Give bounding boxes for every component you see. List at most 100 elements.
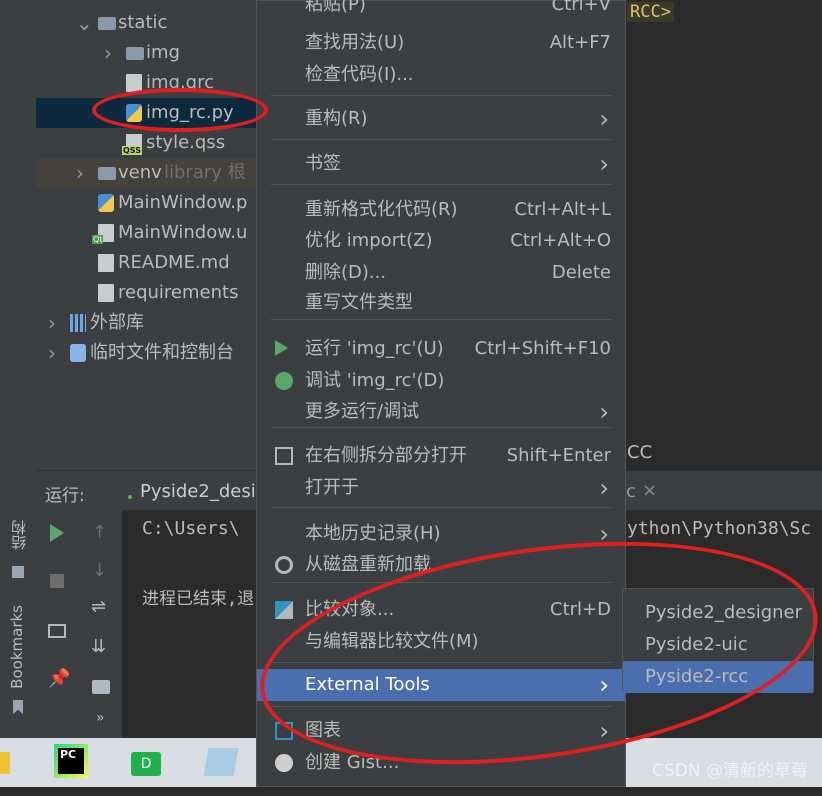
run-tab-2[interactable]: c [626, 481, 636, 502]
run-tab-dot-icon [128, 495, 132, 499]
more-icon[interactable]: » [96, 710, 105, 726]
menu-separator [271, 319, 611, 320]
scratch-icon [70, 344, 86, 362]
qss-file-icon: QSS [122, 134, 142, 155]
menu-item[interactable]: 检查代码(I)... [257, 59, 625, 91]
run-tab[interactable]: Pyside2_desig [140, 481, 267, 502]
tree-item-label: requirements [118, 282, 239, 303]
menu-item[interactable]: 运行 'img_rc'(U) Ctrl+Shift+F10 [257, 333, 625, 365]
tree-item[interactable]: README.md [36, 248, 256, 278]
tree-item-label: static [118, 12, 168, 33]
chevron-right-icon[interactable]: › [48, 308, 56, 338]
chevron-right-icon[interactable]: › [48, 338, 56, 368]
down-arrow-icon[interactable]: ↓ [92, 560, 107, 581]
tree-item-label: MainWindow.u [118, 222, 248, 243]
menu-item[interactable]: 优化 import(Z) Ctrl+Alt+O [257, 225, 625, 257]
menu-item-label: 优化 import(Z) [305, 230, 433, 251]
rerun-icon[interactable] [50, 524, 64, 542]
tree-item[interactable]: › venv library 根 [36, 158, 256, 188]
tree-item[interactable]: ⌄ static [36, 8, 256, 38]
bookmarks-tab[interactable]: Bookmarks [8, 605, 28, 689]
tree-item[interactable]: › img [36, 38, 256, 68]
dataspell-label: D [140, 756, 152, 772]
menu-item-shortcut: Ctrl+Shift+F10 [474, 338, 611, 359]
tree-item[interactable]: requirements [36, 278, 256, 308]
bookmark-icon [13, 700, 23, 714]
project-tree: ⌄ static › img img.qrc img_rc.py QSS style.qss ›… [36, 0, 256, 470]
run-toolbar: ↑ ↓ ⇌ ⇊ 📌 » [36, 510, 122, 738]
tree-item[interactable]: › 临时文件和控制台 [36, 338, 256, 368]
layout-icon[interactable] [48, 624, 66, 638]
scroll-to-end-icon[interactable]: ⇊ [91, 636, 106, 657]
editor-area [626, 0, 822, 440]
file-icon [98, 254, 114, 272]
menu-item-shortcut: Delete [551, 262, 611, 283]
structure-tab[interactable]: 结构 [8, 520, 28, 550]
tree-item-suffix: library 根 [164, 162, 246, 183]
menu-item-label: 打开于 [305, 477, 359, 498]
chevron-down-icon[interactable]: ⌄ [76, 8, 93, 38]
menu-item-shortcut: Alt+F7 [549, 32, 611, 53]
qt-badge: Qt [92, 235, 104, 244]
menu-item[interactable]: 调试 'img_rc'(D) [257, 365, 625, 397]
soft-wrap-icon[interactable]: ⇌ [91, 596, 106, 617]
menu-item[interactable]: 粘贴(P) Ctrl+V [257, 0, 625, 21]
menu-item-label: 重新格式化代码(R) [305, 199, 458, 220]
tree-item-label: README.md [118, 252, 230, 273]
left-tool-strip: 结构 Bookmarks [0, 0, 37, 738]
menu-item[interactable]: 更多运行/调试 › [257, 396, 625, 428]
chevron-right-icon[interactable]: › [104, 38, 112, 68]
debug-icon [275, 372, 293, 390]
menu-item-label: 粘贴(P) [305, 0, 366, 15]
qss-badge: QSS [122, 146, 142, 155]
tree-item-label: 外部库 [90, 312, 144, 333]
menu-item[interactable]: 重写文件类型 [257, 287, 625, 319]
console-line-1: C:\Users\ [142, 518, 240, 539]
compare-icon [275, 601, 293, 619]
menu-item[interactable]: 重新格式化代码(R) Ctrl+Alt+L [257, 194, 625, 226]
tree-item-label: 临时文件和控制台 [90, 342, 234, 363]
tree-item[interactable]: QSS style.qss [36, 128, 256, 158]
menu-item-label: 查找用法(U) [305, 32, 405, 53]
console-line-1-right: ython\Python38\Sc [627, 518, 812, 539]
chevron-right-icon[interactable]: › [76, 158, 84, 188]
up-arrow-icon[interactable]: ↑ [92, 522, 107, 543]
annotation-ellipse-file [92, 88, 268, 132]
watermark: CSDN @清新的草莓 [652, 761, 808, 781]
menu-item[interactable]: 重构(R) › [257, 103, 625, 135]
menu-item-label: 检查代码(I)... [305, 64, 414, 85]
menu-item[interactable]: 书签 › [257, 148, 625, 180]
menu-item[interactable]: 删除(D)... Delete [257, 257, 625, 289]
tree-item[interactable]: Qt MainWindow.u [36, 218, 256, 248]
menu-item[interactable]: 查找用法(U) Alt+F7 [257, 27, 625, 59]
menu-item-label: 运行 'img_rc'(U) [305, 338, 444, 359]
folder-icon [98, 167, 116, 180]
menu-item[interactable]: 打开于 › [257, 472, 625, 504]
menu-separator [271, 95, 611, 96]
menu-item-label: 本地历史记录(H) [305, 523, 441, 544]
tree-item[interactable]: MainWindow.p [36, 188, 256, 218]
menu-item-label: 调试 'img_rc'(D) [305, 370, 445, 391]
library-icon [70, 314, 86, 332]
menu-item-label: 重写文件类型 [305, 292, 413, 313]
menu-separator [271, 139, 611, 140]
stop-icon[interactable] [50, 574, 64, 588]
pycharm-app-icon[interactable]: PC [54, 744, 88, 778]
menu-item-label: 书签 [305, 153, 341, 174]
editor-fragment-2: CC [627, 442, 653, 463]
bookmarks-label: Bookmarks [8, 605, 26, 689]
notepad-app-icon[interactable] [203, 748, 239, 776]
console-line-2: 进程已结束,退 [142, 589, 255, 609]
folder-app-icon[interactable] [0, 752, 10, 774]
menu-item[interactable]: 在右侧拆分部分打开 Shift+Enter [257, 440, 625, 472]
menu-item-label: 重构(R) [305, 108, 368, 129]
menu-item-shortcut: Ctrl+Alt+O [510, 230, 611, 251]
print-icon[interactable] [92, 680, 110, 694]
tree-item[interactable]: › 外部库 [36, 308, 256, 338]
dataspell-app-icon[interactable]: D [131, 752, 161, 776]
close-tab-icon[interactable]: × [642, 480, 657, 501]
chevron-right-icon: › [599, 150, 609, 178]
tree-item-label: MainWindow.p [118, 192, 248, 213]
pin-icon[interactable]: 📌 [48, 668, 70, 689]
tree-item-label: img [146, 42, 180, 63]
